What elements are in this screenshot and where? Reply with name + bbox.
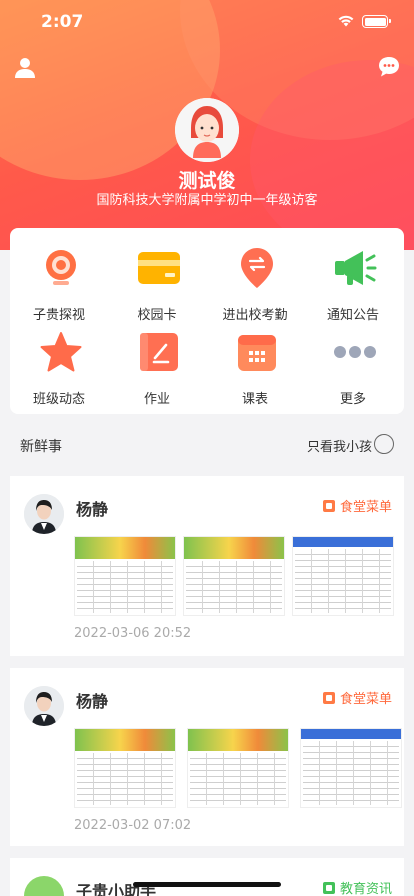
avatar-girl-icon [175,98,239,162]
location-exchange-icon [241,248,273,288]
post-images [74,728,402,808]
menu-item-visit[interactable]: 子贵探视 [10,240,108,323]
author-avatar [24,494,64,534]
post-image-thumbnail[interactable] [183,536,285,616]
person-photo-icon [24,686,64,726]
post-category-label: 教育资讯 [339,882,392,896]
menu-label: 校园卡 [137,308,177,323]
post-author: 杨静 [76,692,109,711]
post-image-thumbnail[interactable] [300,728,402,808]
profile-school: 国防科技大学附属中学初中一年级访客 [96,193,318,208]
post-image-thumbnail[interactable] [74,728,176,808]
battery-icon [362,15,391,28]
assistant-avatar [24,876,64,896]
news-title: 新鲜事 [20,439,62,455]
news-section-header: 新鲜事 只看我小孩 [0,425,414,465]
post-category-label: 食堂菜单 [339,692,392,707]
only-my-child-radio[interactable] [374,434,394,454]
education-icon [322,881,335,894]
menu-label: 课表 [241,392,268,407]
menu-label: 进出校考勤 [222,308,288,323]
menu-item-class-news[interactable]: 班级动态 [10,324,108,407]
camera-icon [46,250,76,285]
status-bar: 2:07 [0,0,414,44]
only-my-child-label[interactable]: 只看我小孩 [307,436,372,455]
post-image-thumbnail[interactable] [187,728,289,808]
function-menu: 子贵探视 校园卡 进出校考勤 通知公告 班级动态 作业 课表 更多 [10,228,404,414]
menu-label: 更多 [339,392,366,407]
calendar-icon [238,335,276,371]
menu-item-attendance[interactable]: 进出校考勤 [206,240,304,323]
news-post[interactable]: 杨静 食堂菜单 2022-03-06 20:52 [10,476,404,656]
post-category-tag[interactable]: 教育资讯 [322,878,392,896]
post-category-label: 食堂菜单 [339,500,392,515]
post-category-tag[interactable]: 食堂菜单 [322,496,392,515]
menu-label: 通知公告 [326,308,379,323]
menu-item-more[interactable]: 更多 [304,324,402,407]
menu-item-timetable[interactable]: 课表 [206,324,304,407]
menu-item-notice[interactable]: 通知公告 [304,240,402,323]
user-profile-icon[interactable] [13,56,37,80]
status-time: 2:07 [41,12,84,32]
home-indicator [133,882,281,887]
menu-label: 子贵探视 [32,308,85,323]
menu-label: 作业 [143,392,170,407]
star-icon [40,332,82,372]
homework-book-icon [140,333,178,371]
more-dots-icon [334,346,376,358]
wifi-icon [338,15,354,27]
post-author: 杨静 [76,500,109,519]
menu-label: 班级动态 [32,392,85,407]
canteen-icon [322,499,335,512]
profile-avatar[interactable] [175,98,239,162]
post-author: 子贵小助手 [76,882,157,896]
post-time: 2022-03-02 07:02 [74,818,192,833]
menu-item-campus-card[interactable]: 校园卡 [108,240,206,323]
post-image-thumbnail[interactable] [74,536,176,616]
author-avatar [24,686,64,726]
post-image-thumbnail[interactable] [292,536,394,616]
card-icon [138,252,180,284]
megaphone-icon [335,251,377,285]
news-post[interactable]: 杨静 食堂菜单 2022-03-02 07:02 [10,668,404,846]
news-post[interactable]: 子贵小助手 教育资讯 [10,858,404,896]
canteen-icon [322,691,335,704]
post-images [74,536,394,616]
person-photo-icon [24,494,64,534]
message-icon[interactable] [377,55,401,79]
post-category-tag[interactable]: 食堂菜单 [322,688,392,707]
post-time: 2022-03-06 20:52 [74,626,192,641]
menu-item-homework[interactable]: 作业 [108,324,206,407]
